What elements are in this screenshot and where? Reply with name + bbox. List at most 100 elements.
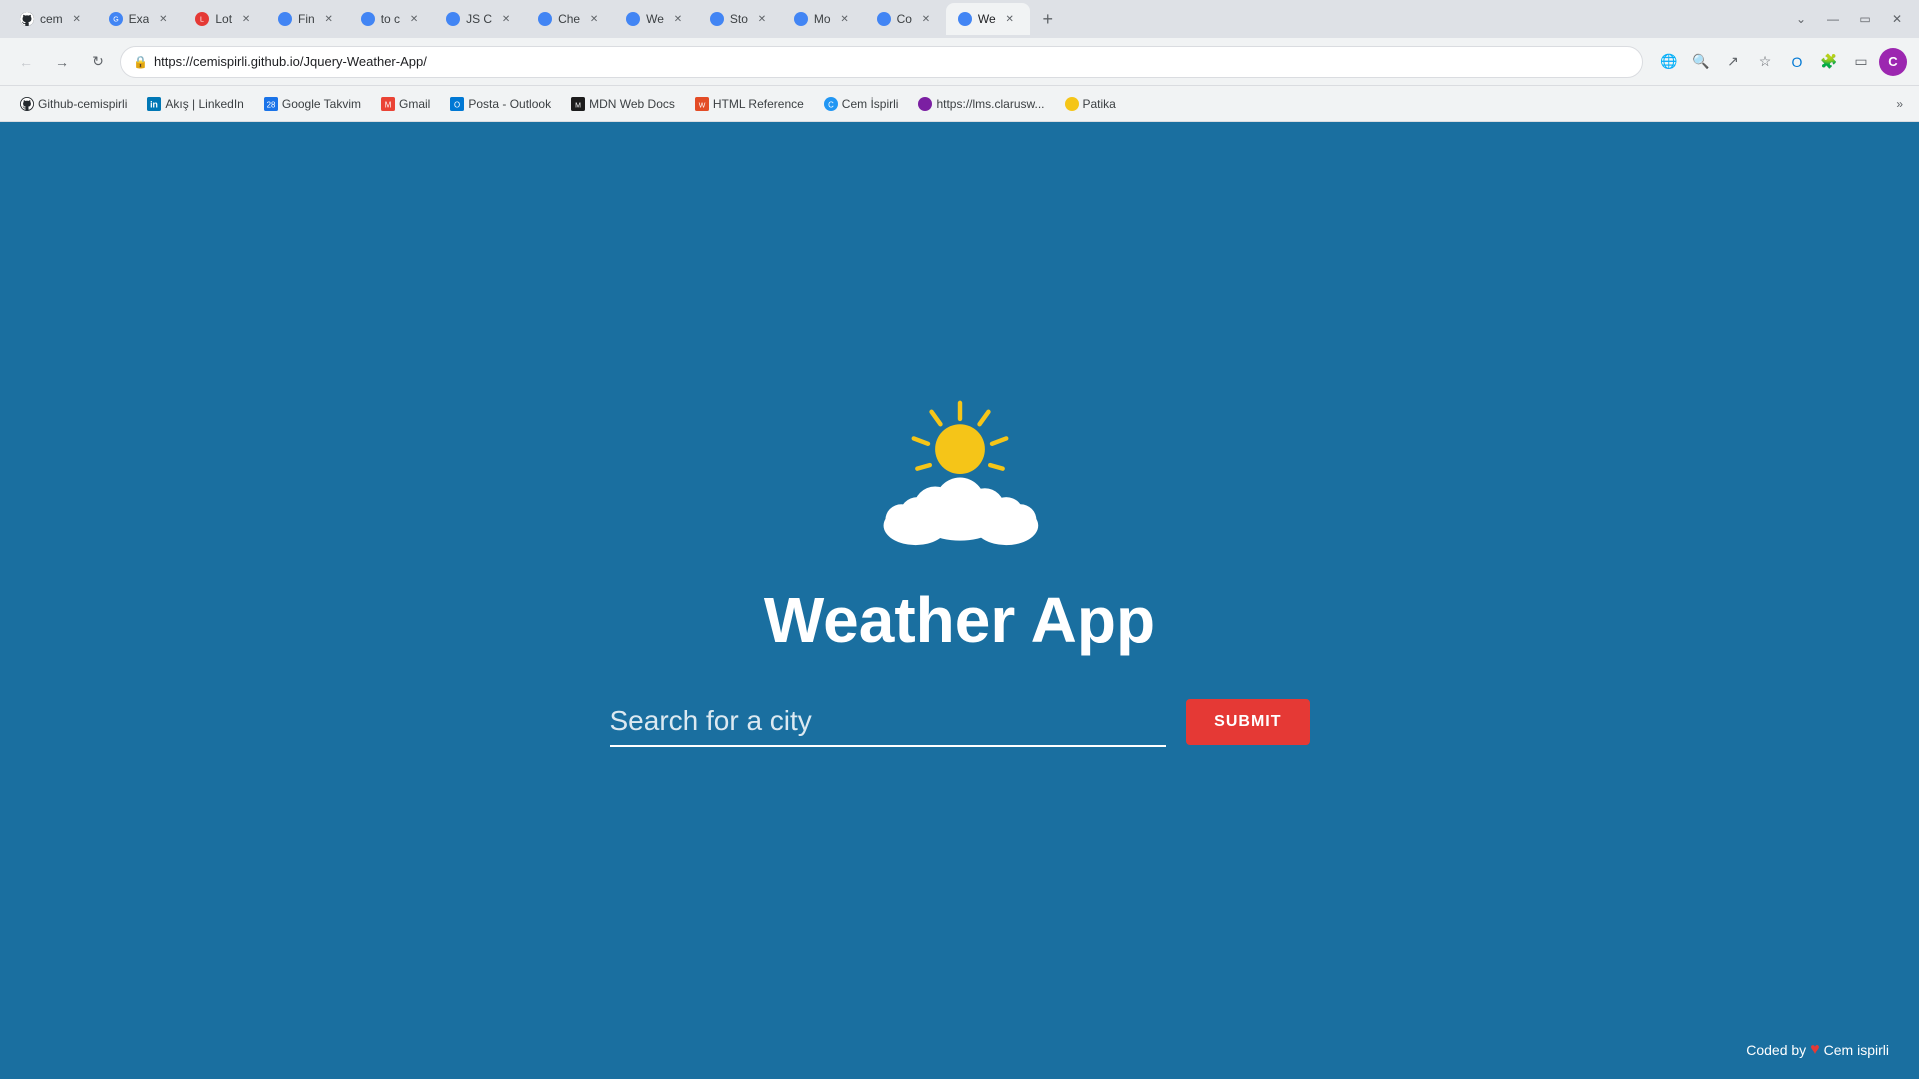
tab-1[interactable]: cem ✕ <box>8 3 97 35</box>
toolbar-icons: 🌐 🔍 ↗ ☆ O 🧩 ▭ C <box>1655 48 1907 76</box>
svg-text:in: in <box>150 99 158 109</box>
bookmark-github-label: Github-cemispirli <box>38 97 127 111</box>
bookmark-lms-label: https://lms.clarusw... <box>936 97 1044 111</box>
footer-prefix: Coded by <box>1746 1042 1806 1058</box>
svg-text:M: M <box>385 100 392 109</box>
new-tab-button[interactable]: + <box>1034 5 1062 33</box>
tab-11-title: Co <box>897 12 912 26</box>
tab-10[interactable]: Mo ✕ <box>782 3 865 35</box>
bookmark-icon[interactable]: ☆ <box>1751 48 1779 76</box>
tab-list-button[interactable]: ⌄ <box>1787 5 1815 33</box>
tab-9-close[interactable]: ✕ <box>754 11 770 27</box>
heart-icon: ♥ <box>1810 1041 1820 1059</box>
back-button[interactable]: ← <box>12 48 40 76</box>
svg-text:O: O <box>454 100 460 109</box>
bookmark-patika[interactable]: Patika <box>1057 92 1124 116</box>
tab-11-close[interactable]: ✕ <box>918 11 934 27</box>
profile-button[interactable]: C <box>1879 48 1907 76</box>
tab-6[interactable]: JS C ✕ <box>434 3 526 35</box>
bookmark-mdn[interactable]: M MDN Web Docs <box>563 92 683 116</box>
zoom-icon[interactable]: 🔍 <box>1687 48 1715 76</box>
bookmark-html-ref[interactable]: W HTML Reference <box>687 92 812 116</box>
tab-7-close[interactable]: ✕ <box>586 11 602 27</box>
outlook-icon[interactable]: O <box>1783 48 1811 76</box>
tab-4[interactable]: Fin ✕ <box>266 3 349 35</box>
tab-5-title: to c <box>381 12 400 26</box>
address-bar: ← → ↻ 🔒 https://cemispirli.github.io/Jqu… <box>0 38 1919 86</box>
bookmark-html-ref-label: HTML Reference <box>713 97 804 111</box>
svg-text:L: L <box>200 17 204 24</box>
bookmark-github[interactable]: Github-cemispirli <box>12 92 135 116</box>
tab-6-title: JS C <box>466 12 492 26</box>
tab-4-close[interactable]: ✕ <box>321 11 337 27</box>
tab-11[interactable]: Co ✕ <box>865 3 946 35</box>
bookmark-gcal[interactable]: 28 Google Takvim <box>256 92 369 116</box>
tab-2-title: Exa <box>129 12 150 26</box>
footer-author: Cem ispirli <box>1824 1042 1889 1058</box>
forward-button[interactable]: → <box>48 48 76 76</box>
tab-5[interactable]: to c ✕ <box>349 3 434 35</box>
svg-text:W: W <box>699 102 706 109</box>
bookmark-gmail-label: Gmail <box>399 97 430 111</box>
search-area: SUBMIT <box>610 697 1310 747</box>
bookmark-outlook[interactable]: O Posta - Outlook <box>442 92 559 116</box>
bookmark-linkedin[interactable]: in Akış | LinkedIn <box>139 92 252 116</box>
share-icon[interactable]: ↗ <box>1719 48 1747 76</box>
tab-8-title: We <box>646 12 664 26</box>
tab-4-title: Fin <box>298 12 315 26</box>
address-text: https://cemispirli.github.io/Jquery-Weat… <box>154 54 1630 69</box>
sidebar-icon[interactable]: ▭ <box>1847 48 1875 76</box>
lock-icon: 🔒 <box>133 55 148 69</box>
tab-9[interactable]: Sto ✕ <box>698 3 782 35</box>
browser-chrome: cem ✕ G Exa ✕ L Lot ✕ Fin ✕ to c ✕ <box>0 0 1919 122</box>
bookmark-mdn-label: MDN Web Docs <box>589 97 675 111</box>
bookmarks-bar: Github-cemispirli in Akış | LinkedIn 28 … <box>0 86 1919 122</box>
minimize-button[interactable]: — <box>1819 5 1847 33</box>
bookmark-lms[interactable]: https://lms.clarusw... <box>910 92 1052 116</box>
tab-2-close[interactable]: ✕ <box>155 11 171 27</box>
tab-2[interactable]: G Exa ✕ <box>97 3 184 35</box>
tab-10-close[interactable]: ✕ <box>837 11 853 27</box>
tab-8[interactable]: We ✕ <box>614 3 698 35</box>
bookmark-linkedin-label: Akış | LinkedIn <box>165 97 244 111</box>
bookmark-outlook-label: Posta - Outlook <box>468 97 551 111</box>
close-button[interactable]: ✕ <box>1883 5 1911 33</box>
svg-text:C: C <box>828 100 834 109</box>
maximize-button[interactable]: ▭ <box>1851 5 1879 33</box>
tab-3[interactable]: L Lot ✕ <box>183 3 266 35</box>
bookmark-gcal-label: Google Takvim <box>282 97 361 111</box>
address-input[interactable]: 🔒 https://cemispirli.github.io/Jquery-We… <box>120 46 1643 78</box>
footer: Coded by ♥ Cem ispirli <box>1746 1041 1889 1059</box>
tab-12-title: We <box>978 12 996 26</box>
tab-3-close[interactable]: ✕ <box>238 11 254 27</box>
tab-8-close[interactable]: ✕ <box>670 11 686 27</box>
tab-1-title: cem <box>40 12 63 26</box>
bookmark-cem-label: Cem İspirli <box>842 97 899 111</box>
svg-text:G: G <box>113 17 118 24</box>
bookmark-cem[interactable]: C Cem İspirli <box>816 92 907 116</box>
translate-icon[interactable]: 🌐 <box>1655 48 1683 76</box>
tab-bar: cem ✕ G Exa ✕ L Lot ✕ Fin ✕ to c ✕ <box>0 0 1919 38</box>
bookmarks-more-button[interactable]: » <box>1892 93 1907 115</box>
tab-5-close[interactable]: ✕ <box>406 11 422 27</box>
bookmark-patika-label: Patika <box>1083 97 1116 111</box>
submit-button[interactable]: SUBMIT <box>1186 699 1309 745</box>
city-search-input[interactable] <box>610 697 1167 747</box>
app-title: Weather App <box>764 583 1155 657</box>
svg-text:28: 28 <box>266 100 275 109</box>
tab-10-title: Mo <box>814 12 831 26</box>
tab-12-close[interactable]: ✕ <box>1002 11 1018 27</box>
tab-1-close[interactable]: ✕ <box>69 11 85 27</box>
tab-7[interactable]: Che ✕ <box>526 3 614 35</box>
weather-icon <box>870 394 1050 559</box>
tab-bar-controls: ⌄ — ▭ ✕ <box>1787 5 1911 33</box>
extensions-icon[interactable]: 🧩 <box>1815 48 1843 76</box>
tab-9-title: Sto <box>730 12 748 26</box>
tab-7-title: Che <box>558 12 580 26</box>
reload-button[interactable]: ↻ <box>84 48 112 76</box>
main-content: Weather App SUBMIT Coded by ♥ Cem ispirl… <box>0 122 1919 1079</box>
tab-12-active[interactable]: We ✕ <box>946 3 1030 35</box>
tab-3-title: Lot <box>215 12 232 26</box>
tab-6-close[interactable]: ✕ <box>498 11 514 27</box>
bookmark-gmail[interactable]: M Gmail <box>373 92 438 116</box>
